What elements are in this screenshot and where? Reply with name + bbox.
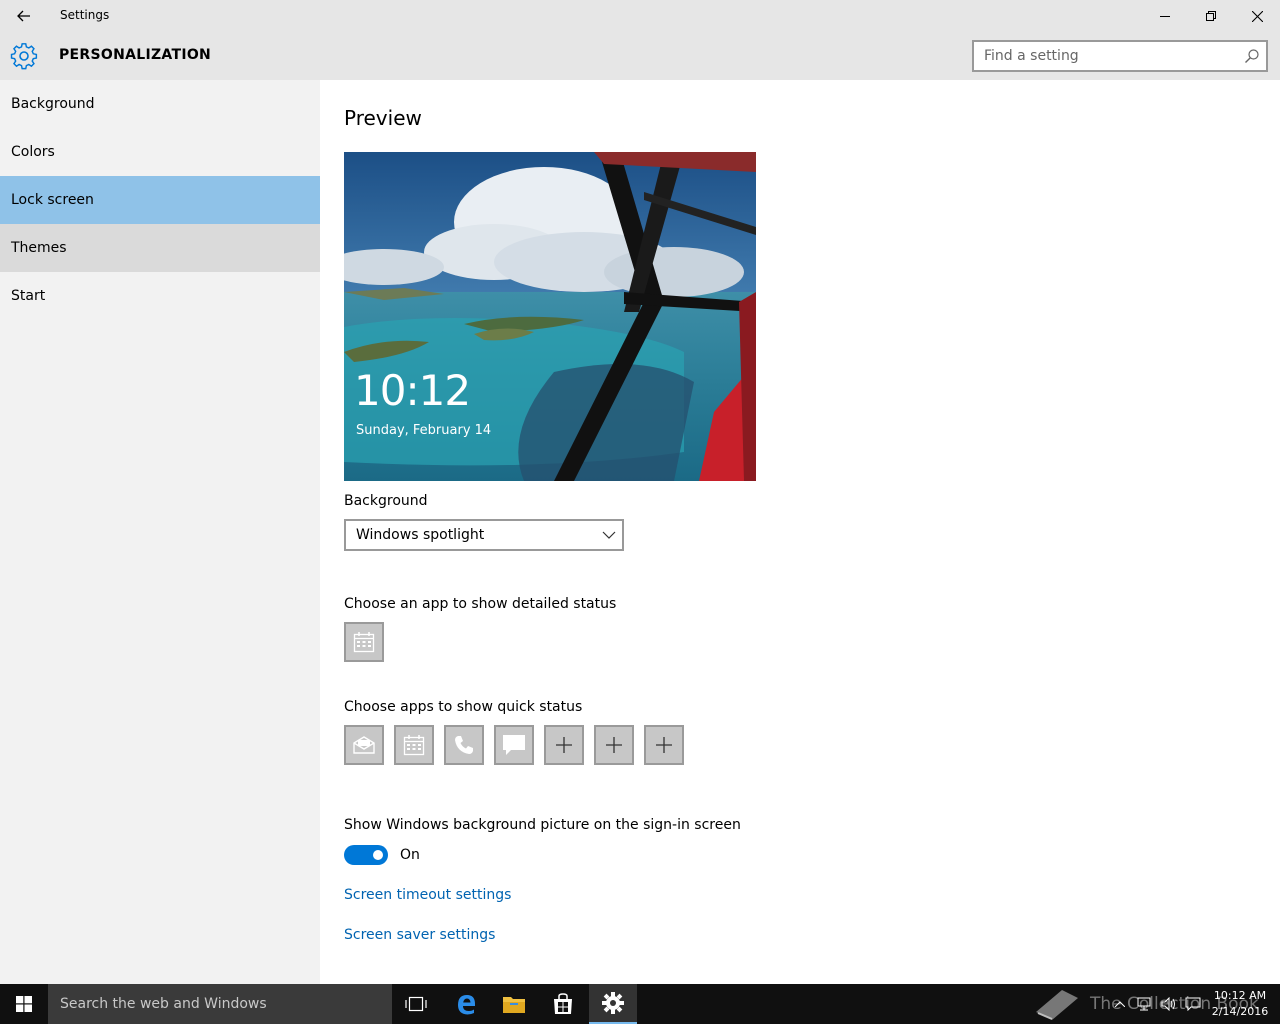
volume-icon <box>1161 997 1175 1011</box>
mail-icon <box>353 736 375 754</box>
background-dropdown-value: Windows spotlight <box>356 527 485 543</box>
store-taskbar-button[interactable] <box>539 984 587 1024</box>
quick-status-app-2[interactable] <box>394 725 434 765</box>
toggle-state-text: On <box>400 847 420 863</box>
tray-action-center[interactable] <box>1182 984 1204 1024</box>
quick-status-app-4[interactable] <box>494 725 534 765</box>
windows-logo-icon <box>16 996 32 1012</box>
tray-volume[interactable] <box>1158 984 1180 1024</box>
detailed-status-app-button[interactable] <box>344 622 384 662</box>
tray-network[interactable] <box>1134 984 1156 1024</box>
task-view-icon <box>405 996 427 1012</box>
search-icon[interactable] <box>1244 48 1260 64</box>
page-title: PERSONALIZATION <box>59 47 212 63</box>
preview-heading: Preview <box>344 106 422 130</box>
quick-status-label: Choose apps to show quick status <box>344 699 583 715</box>
tray-chevron[interactable] <box>1110 984 1130 1024</box>
back-button[interactable] <box>0 0 48 32</box>
clock-time: 10:12 AM <box>1213 989 1267 1002</box>
sidebar-item-label: Lock screen <box>11 192 94 208</box>
phone-icon <box>455 736 473 754</box>
lock-screen-time: 10:12 <box>354 366 471 415</box>
notification-icon <box>1185 997 1201 1011</box>
file-explorer-taskbar-button[interactable] <box>490 984 538 1024</box>
chevron-down-icon <box>602 531 616 539</box>
close-button[interactable] <box>1234 0 1280 32</box>
store-icon <box>554 993 572 1014</box>
main-content: Preview 10:12 Sunday, February 14 Backgr… <box>320 80 1280 984</box>
lock-screen-date: Sunday, February 14 <box>356 423 492 438</box>
sidebar-item-lock-screen[interactable]: Lock screen <box>0 176 320 224</box>
sidebar-item-background[interactable]: Background <box>0 80 320 128</box>
minimize-icon <box>1160 16 1170 17</box>
edge-taskbar-button[interactable] <box>442 984 490 1024</box>
sidebar-item-start[interactable]: Start <box>0 272 320 320</box>
background-dropdown[interactable]: Windows spotlight <box>344 519 624 551</box>
search-input[interactable] <box>974 42 1234 70</box>
plus-icon <box>656 737 672 753</box>
clock-date: 2/14/2016 <box>1211 1005 1269 1018</box>
calendar-icon <box>353 632 375 653</box>
book-icon <box>1036 990 1078 1020</box>
task-view-button[interactable] <box>392 984 440 1024</box>
close-icon <box>1251 10 1263 22</box>
sidebar-item-label: Background <box>11 96 95 112</box>
taskbar-search-box[interactable]: Search the web and Windows <box>48 984 392 1024</box>
edge-icon <box>458 995 475 1015</box>
background-label: Background <box>344 493 428 509</box>
network-icon <box>1137 997 1151 1011</box>
quick-status-app-3[interactable] <box>444 725 484 765</box>
plus-icon <box>606 737 622 753</box>
calendar-icon <box>403 735 425 756</box>
screen-timeout-link[interactable]: Screen timeout settings <box>344 887 511 903</box>
detailed-status-label: Choose an app to show detailed status <box>344 596 617 612</box>
message-icon <box>503 735 525 755</box>
sidebar-item-label: Colors <box>11 144 55 160</box>
signin-picture-label: Show Windows background picture on the s… <box>344 817 741 833</box>
taskbar-search-text: Search the web and Windows <box>60 996 267 1012</box>
minimize-button[interactable] <box>1142 0 1188 32</box>
quick-status-app-5[interactable] <box>544 725 584 765</box>
quick-status-app-7[interactable] <box>644 725 684 765</box>
sidebar-item-label: Themes <box>11 240 67 256</box>
taskbar-clock[interactable]: 10:12 AM 2/14/2016 <box>1205 988 1275 1020</box>
signin-picture-toggle[interactable] <box>344 845 388 865</box>
back-arrow-icon <box>17 10 30 22</box>
settings-taskbar-button[interactable] <box>589 984 637 1024</box>
search-box[interactable] <box>972 40 1268 72</box>
sidebar-item-colors[interactable]: Colors <box>0 128 320 176</box>
taskbar: Search the web and Windows The Collectio… <box>0 984 1280 1024</box>
folder-icon <box>503 997 525 1013</box>
lock-screen-preview: 10:12 Sunday, February 14 <box>344 152 756 481</box>
toggle-knob <box>373 850 383 860</box>
sidebar-item-themes[interactable]: Themes <box>0 224 320 272</box>
chevron-up-icon <box>1115 1001 1125 1007</box>
header: PERSONALIZATION <box>0 32 1280 80</box>
plus-icon <box>556 737 572 753</box>
gear-icon <box>10 43 38 70</box>
start-button[interactable] <box>0 984 48 1024</box>
title-bar: Settings <box>0 0 1280 32</box>
gear-icon <box>602 992 624 1014</box>
sidebar: Background Colors Lock screen Themes Sta… <box>0 80 320 984</box>
screen-saver-link[interactable]: Screen saver settings <box>344 927 495 943</box>
restore-icon <box>1206 11 1216 21</box>
window-title: Settings <box>60 8 110 22</box>
sidebar-item-label: Start <box>11 288 46 304</box>
restore-button[interactable] <box>1188 0 1234 32</box>
quick-status-app-1[interactable] <box>344 725 384 765</box>
quick-status-app-6[interactable] <box>594 725 634 765</box>
scrollbar[interactable] <box>1276 80 1280 984</box>
